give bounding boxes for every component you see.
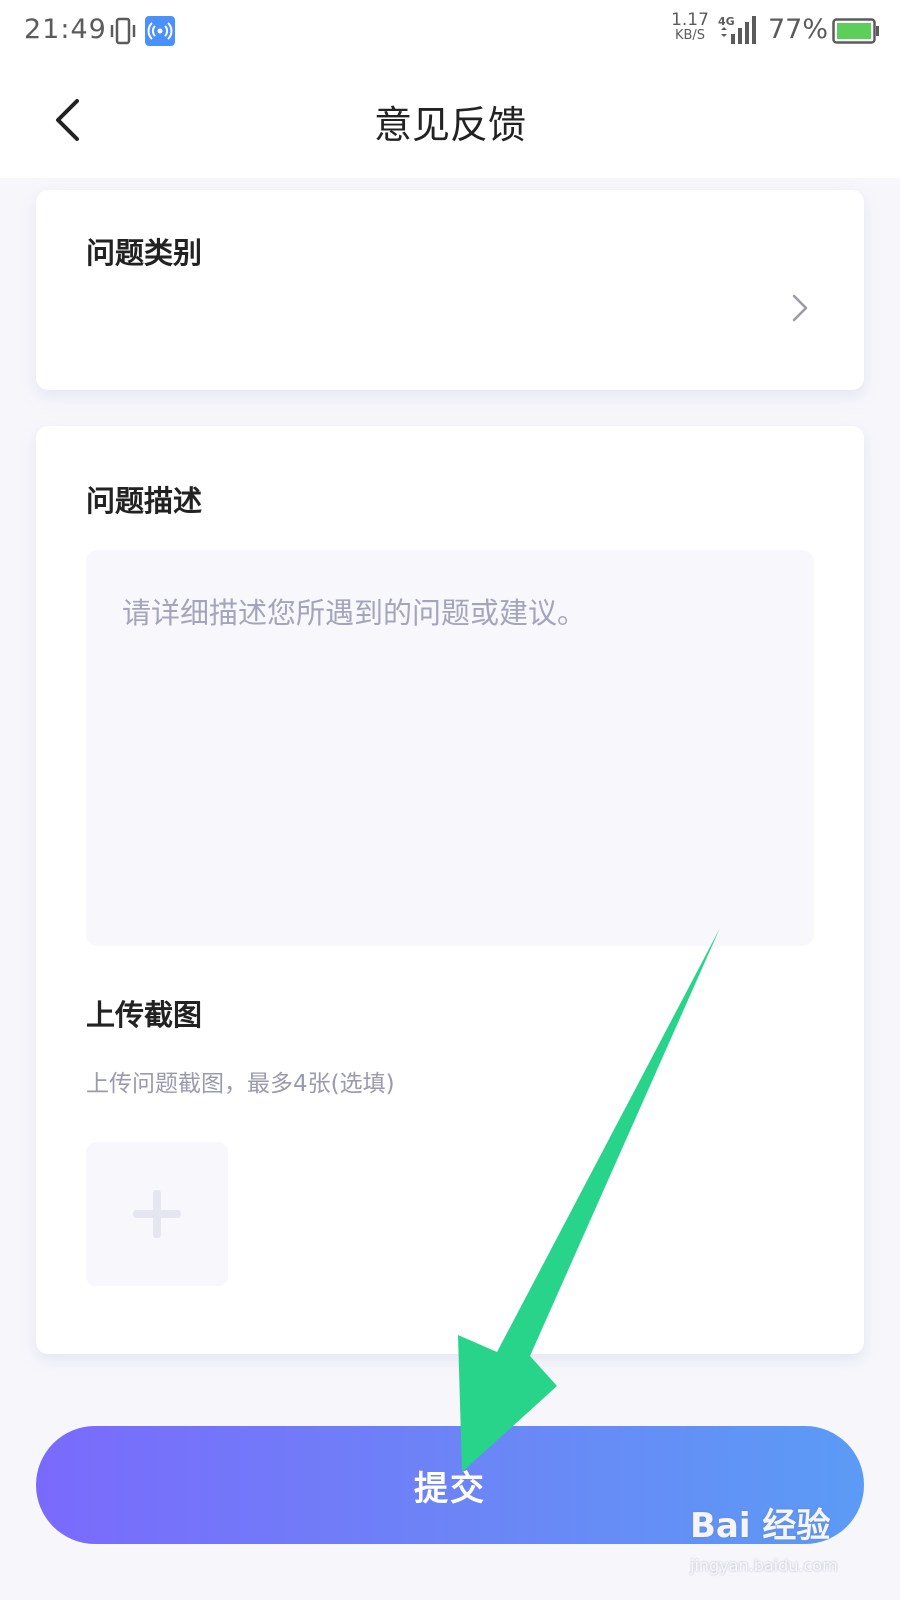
network-speed: 1.17 KB/S [668,12,712,44]
chevron-right-icon [792,294,808,326]
upload-screenshot-title: 上传截图 [86,998,203,1032]
problem-category-selector[interactable]: 问题类别 [36,190,864,390]
submit-button[interactable]: 提交 [36,1426,864,1544]
add-screenshot-button[interactable] [86,1142,228,1286]
page-title: 意见反馈 [373,103,526,147]
network-speed-unit: KB/S [674,28,706,43]
signal-icon: 4G [718,14,762,50]
feedback-page: 21:49 1.17 KB/S 4G 77% 意见反馈 问题类别 问题描述 请详… [0,0,900,1600]
problem-description-input[interactable]: 请详细描述您所遇到的问题或建议。 [86,550,814,946]
nav-bar: 意见反馈 [0,62,900,178]
battery-percent: 77% [768,14,829,45]
problem-description-title: 问题描述 [86,484,203,518]
status-bar: 21:49 1.17 KB/S 4G 77% [0,0,900,62]
problem-category-title: 问题类别 [86,236,203,270]
plus-icon [133,1190,181,1238]
upload-hint: 上传问题截图，最多4张(选填) [86,1071,395,1097]
submit-label: 提交 [414,1468,486,1509]
hotspot-icon [145,16,175,46]
network-speed-value: 1.17 [671,10,709,30]
battery-icon [832,18,880,48]
problem-description-card: 问题描述 请详细描述您所遇到的问题或建议。 上传截图 上传问题截图，最多4张(选… [36,426,864,1354]
vibrate-icon [110,17,136,49]
watermark-url: jingyan.baidu.com [690,1556,838,1575]
status-time: 21:49 [24,14,107,45]
network-type: 4G [718,15,735,28]
